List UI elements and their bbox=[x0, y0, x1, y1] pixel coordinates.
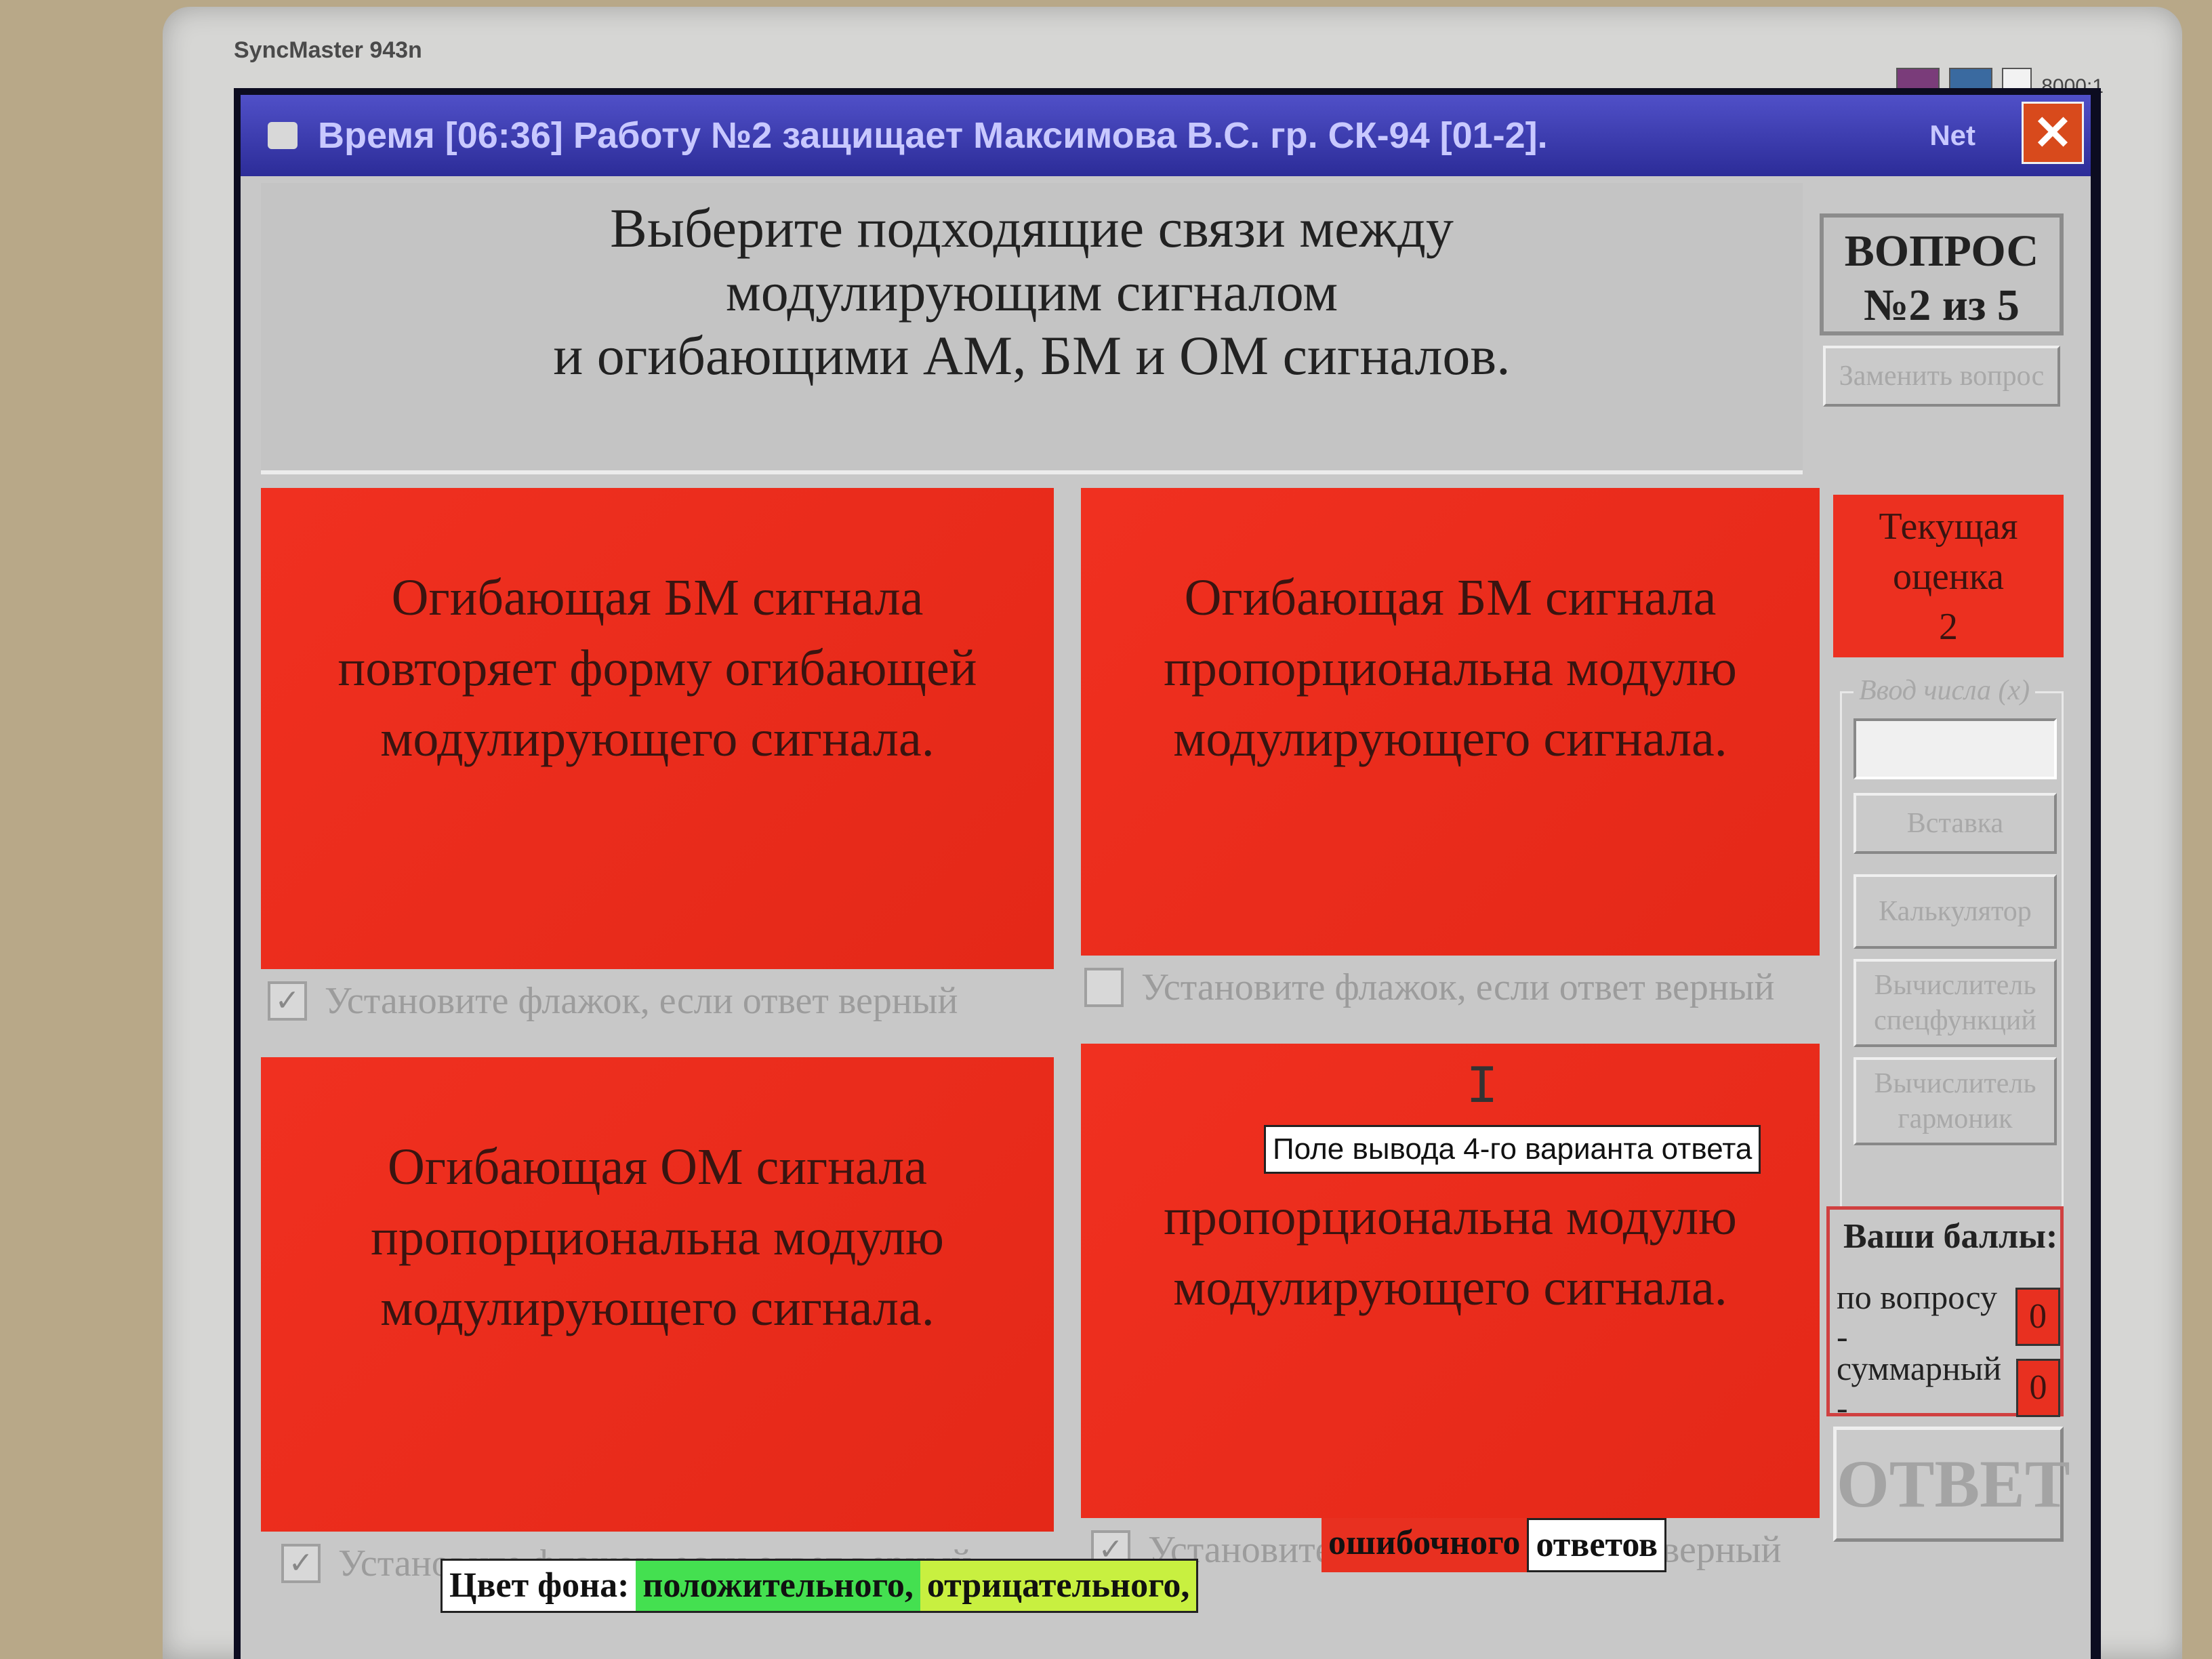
color-legend: Цвет фона: положительного, отрицательног… bbox=[441, 1559, 1199, 1613]
harmonics-button[interactable]: Вычислитель гармоник bbox=[1853, 1057, 2057, 1145]
current-grade: Текущая оценка 2 bbox=[1833, 495, 2064, 657]
score-title: Ваши баллы: bbox=[1843, 1217, 2058, 1256]
legend-upper: ошибочного ответов bbox=[1322, 1518, 1667, 1572]
score-question-value: 0 bbox=[2015, 1288, 2060, 1346]
legend-error: ошибочного bbox=[1322, 1518, 1528, 1572]
monitor-brand: SyncMaster 943n bbox=[234, 37, 422, 63]
special-functions-button[interactable]: Вычислитель спецфункций bbox=[1853, 959, 2057, 1047]
legend-suffix: ответов bbox=[1527, 1518, 1667, 1572]
answer-button[interactable]: ОТВЕТ bbox=[1833, 1427, 2070, 1542]
answer-2-checkbox[interactable] bbox=[1084, 968, 1124, 1007]
answer-1-checkbox[interactable]: ✓ bbox=[268, 981, 307, 1021]
score-total-row: суммарный - 0 bbox=[1837, 1349, 2060, 1427]
window-titlebar[interactable]: Время [06:36] Работу №2 защищает Максимо… bbox=[241, 95, 2091, 176]
close-button[interactable]: ✕ bbox=[2022, 102, 2084, 164]
window-title: Время [06:36] Работу №2 защищает Максимо… bbox=[318, 115, 1548, 156]
answer-1-checkbox-label: Установите флажок, если ответ верный bbox=[325, 980, 958, 1022]
answer-option-1: Огибающая БМ сигнала повторяет форму оги… bbox=[261, 488, 1054, 969]
text-cursor-icon: I bbox=[1466, 1057, 1499, 1119]
score-total-value: 0 bbox=[2016, 1359, 2060, 1417]
question-counter: ВОПРОС №2 из 5 bbox=[1820, 213, 2064, 335]
answer-option-4: Оги пропорциональна модулю модулирующего… bbox=[1081, 1044, 1820, 1518]
number-input-legend: Ввод числа (x) bbox=[1853, 674, 2036, 707]
answer-2-checkbox-label: Установите флажок, если ответ верный bbox=[1141, 966, 1775, 1008]
answer-3-checkbox[interactable]: ✓ bbox=[281, 1544, 321, 1583]
question-text: Выберите подходящие связи между модулиру… bbox=[261, 183, 1803, 474]
answer-option-3: Огибающая ОМ сигнала пропорциональна мод… bbox=[261, 1057, 1054, 1532]
calculator-button[interactable]: Калькулятор bbox=[1853, 874, 2057, 949]
net-label: Net bbox=[1929, 119, 1975, 151]
insert-button[interactable]: Вставка bbox=[1853, 793, 2057, 854]
legend-positive: положительного, bbox=[636, 1561, 920, 1611]
score-total-label: суммарный - bbox=[1837, 1349, 2002, 1427]
legend-negative: отрицательного, bbox=[920, 1561, 1197, 1611]
score-question-label: по вопросу - bbox=[1837, 1278, 1998, 1355]
answer-2-checkbox-row[interactable]: Установите флажок, если ответ верный bbox=[1084, 966, 1774, 1009]
legend-label: Цвет фона: bbox=[443, 1561, 636, 1611]
score-panel: Ваши баллы: по вопросу - 0 суммарный - 0 bbox=[1826, 1206, 2064, 1427]
score-question-row: по вопросу - 0 bbox=[1837, 1277, 2060, 1356]
tooltip: Поле вывода 4-го варианта ответа bbox=[1264, 1125, 1761, 1174]
replace-question-button[interactable]: Заменить вопрос bbox=[1823, 346, 2060, 407]
number-input[interactable] bbox=[1853, 718, 2057, 779]
answer-1-checkbox-row[interactable]: ✓ Установите флажок, если ответ верный bbox=[268, 979, 958, 1023]
app-icon bbox=[268, 122, 298, 149]
test-window: Выберите подходящие связи между модулиру… bbox=[241, 176, 2091, 1659]
answer-option-2: Огибающая БМ сигнала пропорциональна мод… bbox=[1081, 488, 1820, 956]
